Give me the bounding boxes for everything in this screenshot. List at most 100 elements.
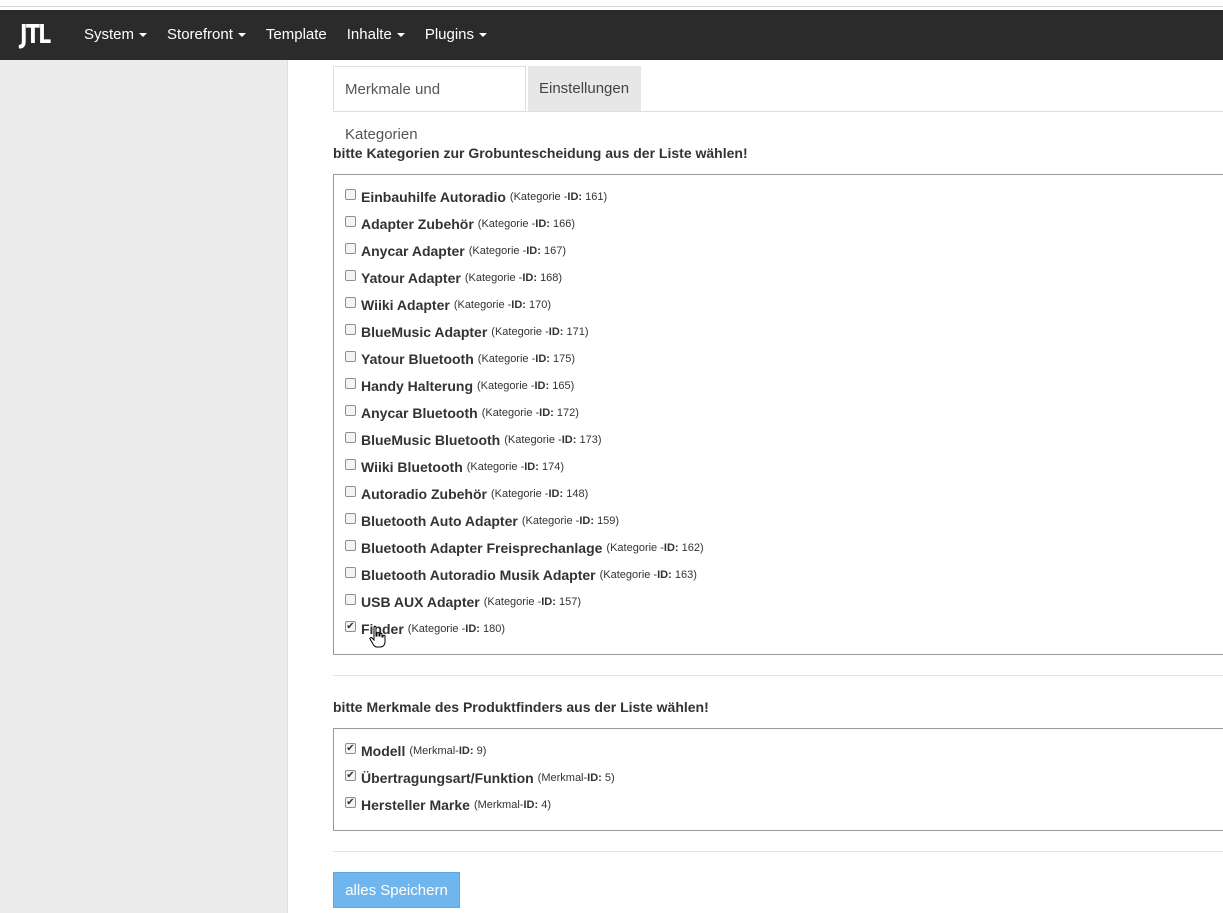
features-section-title: bitte Merkmale des Produktfinders aus de…	[333, 699, 709, 715]
item-name: Modell	[361, 742, 406, 759]
item-name: BlueMusic Bluetooth	[361, 431, 501, 448]
checkbox[interactable]	[345, 324, 356, 335]
item-name: Yatour Bluetooth	[361, 350, 474, 367]
list-item[interactable]: ✔ Hersteller Marke (Merkmal-ID: 4)	[345, 791, 551, 818]
item-id-label: (Merkmal-ID: 4)	[473, 798, 551, 811]
checkbox[interactable]	[345, 297, 356, 308]
list-item[interactable]: Adapter Zubehör (Kategorie -ID: 166)	[345, 210, 575, 237]
tab-bar: Merkmale und Kategorien Einstellungen	[333, 66, 1223, 143]
item-name: Anycar Bluetooth	[361, 404, 478, 421]
categories-section-title: bitte Kategorien zur Grobuntescheidung a…	[333, 145, 748, 161]
nav-item-label: Storefront	[167, 26, 233, 43]
item-id-label: (Kategorie -ID: 159)	[521, 514, 620, 527]
checkbox[interactable]	[345, 540, 356, 551]
item-id-label: (Kategorie -ID: 166)	[477, 217, 576, 230]
item-name: Bluetooth Autoradio Musik Adapter	[361, 566, 596, 583]
item-id-label: (Merkmal-ID: 5)	[537, 771, 615, 784]
item-name: Bluetooth Auto Adapter	[361, 512, 518, 529]
list-item[interactable]: USB AUX Adapter (Kategorie -ID: 157)	[345, 588, 581, 615]
list-item[interactable]: Anycar Adapter (Kategorie -ID: 167)	[345, 237, 566, 264]
item-name: Handy Halterung	[361, 377, 474, 394]
checkbox[interactable]: ✔	[345, 797, 356, 808]
item-name: Bluetooth Adapter Freisprechanlage	[361, 539, 603, 556]
main-content: Merkmale und Kategorien Einstellungen bi…	[288, 60, 1223, 913]
item-id-label: (Kategorie -ID: 180)	[407, 622, 506, 635]
item-name: Übertragungsart/Funktion	[361, 769, 534, 786]
checkbox[interactable]	[345, 378, 356, 389]
divider	[333, 675, 1223, 676]
checkbox[interactable]	[345, 432, 356, 443]
list-item[interactable]: Bluetooth Autoradio Musik Adapter (Katego…	[345, 561, 697, 588]
item-name: Hersteller Marke	[361, 796, 470, 813]
list-item[interactable]: ✔ Modell (Merkmal-ID: 9)	[345, 737, 486, 764]
tab-einstellungen[interactable]: Einstellungen	[528, 66, 641, 111]
list-item[interactable]: Yatour Bluetooth (Kategorie -ID: 175)	[345, 345, 575, 372]
features-listbox[interactable]: ✔ Modell (Merkmal-ID: 9) ✔ Übertragungsart/F…	[333, 728, 1223, 831]
list-item[interactable]: Bluetooth Auto Adapter (Kategorie -ID: 15…	[345, 507, 619, 534]
item-id-label: (Kategorie -ID: 173)	[504, 433, 602, 446]
item-name: Yatour Adapter	[361, 269, 461, 286]
tab-merkmale-und-kategorien[interactable]: Merkmale und Kategorien	[333, 66, 526, 143]
list-item[interactable]: Wiiki Bluetooth (Kategorie -ID: 174)	[345, 453, 564, 480]
list-item[interactable]: Bluetooth Adapter Freisprechanlage (Kateg…	[345, 534, 704, 561]
divider	[333, 851, 1223, 852]
nav-item-storefront[interactable]: Storefront	[157, 10, 256, 60]
save-all-button[interactable]: alles Speichern	[333, 872, 460, 908]
item-name: BlueMusic Adapter	[361, 323, 488, 340]
nav-item-system[interactable]: System	[74, 10, 157, 60]
checkbox[interactable]: ✔	[345, 743, 356, 754]
checkbox[interactable]	[345, 486, 356, 497]
checkbox[interactable]: ✔	[345, 621, 356, 632]
caret-down-icon	[396, 33, 405, 38]
item-id-label: (Kategorie -ID: 170)	[453, 298, 552, 311]
browser-edge	[0, 0, 1223, 10]
list-item[interactable]: Einbauhilfe Autoradio (Kategorie -ID: 161…	[345, 183, 607, 210]
item-name: Autoradio Zubehör	[361, 485, 487, 502]
jtl-logo[interactable]: JTL	[20, 20, 51, 50]
list-item[interactable]: Yatour Adapter (Kategorie -ID: 168)	[345, 264, 562, 291]
list-item[interactable]: BlueMusic Adapter (Kategorie -ID: 171)	[345, 318, 589, 345]
checkbox[interactable]	[345, 270, 356, 281]
top-navbar: JTL System Storefront Template Inhalte Plugi…	[0, 10, 1223, 60]
nav-item-inhalte[interactable]: Inhalte	[337, 10, 415, 60]
checkbox[interactable]	[345, 459, 356, 470]
item-name: USB AUX Adapter	[361, 593, 480, 610]
item-id-label: (Kategorie -ID: 163)	[599, 568, 697, 581]
checkbox[interactable]: ✔	[345, 770, 356, 781]
list-item[interactable]: Autoradio Zubehör (Kategorie -ID: 148)	[345, 480, 588, 507]
nav-item-template[interactable]: Template	[256, 10, 337, 60]
caret-down-icon	[237, 33, 246, 38]
checkbox[interactable]	[345, 216, 356, 227]
nav-item-label: Template	[265, 26, 327, 43]
checkbox[interactable]	[345, 567, 356, 578]
nav-item-plugins[interactable]: Plugins	[415, 10, 497, 60]
caret-down-icon	[139, 33, 148, 38]
item-id-label: (Kategorie -ID: 168)	[464, 271, 563, 284]
checkbox[interactable]	[345, 243, 356, 254]
categories-listbox[interactable]: Einbauhilfe Autoradio (Kategorie -ID: 161…	[333, 174, 1223, 655]
list-item[interactable]: Anycar Bluetooth (Kategorie -ID: 172)	[345, 399, 579, 426]
checkbox[interactable]	[345, 351, 356, 362]
list-item[interactable]: Wiiki Adapter (Kategorie -ID: 170)	[345, 291, 551, 318]
item-name: Wiiki Adapter	[361, 296, 450, 313]
nav-item-label: System	[84, 26, 135, 43]
list-item[interactable]: BlueMusic Bluetooth (Kategorie -ID: 173)	[345, 426, 601, 453]
item-id-label: (Merkmal-ID: 9)	[409, 744, 487, 757]
caret-down-icon	[479, 33, 488, 38]
item-id-label: (Kategorie -ID: 167)	[468, 244, 566, 257]
sidebar	[0, 60, 288, 913]
checkbox[interactable]	[345, 405, 356, 416]
item-id-label: (Kategorie -ID: 165)	[477, 379, 575, 392]
checkbox[interactable]	[345, 594, 356, 605]
item-id-label: (Kategorie -ID: 171)	[491, 325, 589, 338]
checkbox[interactable]	[345, 189, 356, 200]
hand-cursor-icon	[369, 625, 386, 648]
item-name: Einbauhilfe Autoradio	[361, 188, 506, 205]
item-id-label: (Kategorie -ID: 161)	[509, 190, 608, 203]
list-item[interactable]: ✔ Übertragungsart/Funktion (Merkmal-ID: 5)	[345, 764, 615, 791]
list-item[interactable]: Handy Halterung (Kategorie -ID: 165)	[345, 372, 574, 399]
item-id-label: (Kategorie -ID: 157)	[483, 595, 582, 608]
checkbox[interactable]	[345, 513, 356, 524]
item-name: Anycar Adapter	[361, 242, 465, 259]
item-name: Adapter Zubehör	[361, 215, 474, 232]
